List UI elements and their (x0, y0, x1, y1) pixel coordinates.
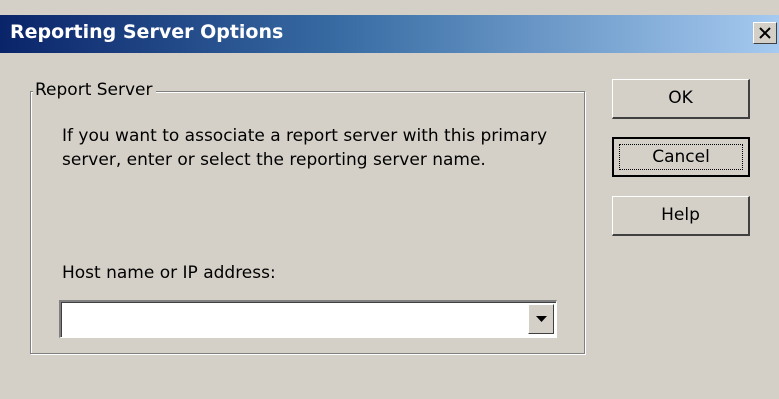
help-button-label: Help (661, 205, 700, 225)
combobox-dropdown-button[interactable] (528, 304, 554, 334)
host-name-combobox[interactable] (59, 300, 557, 338)
close-icon (759, 27, 771, 39)
close-button[interactable] (753, 22, 777, 44)
description-text: If you want to associate a report server… (62, 126, 548, 170)
host-name-label: Host name or IP address: (62, 263, 276, 283)
groupbox-label: Report Server (33, 80, 156, 100)
ok-button[interactable]: OK (612, 79, 750, 119)
combobox-frame (61, 302, 556, 337)
cancel-button-label: Cancel (652, 147, 710, 167)
window-title: Reporting Server Options (10, 21, 284, 43)
chevron-down-icon (536, 316, 547, 322)
help-button[interactable]: Help (612, 196, 750, 236)
ok-button-label: OK (668, 88, 693, 108)
title-bar[interactable]: Reporting Server Options (0, 15, 779, 53)
reporting-server-options-dialog: Reporting Server Options Report Server I… (0, 0, 779, 399)
cancel-button[interactable]: Cancel (612, 137, 750, 177)
